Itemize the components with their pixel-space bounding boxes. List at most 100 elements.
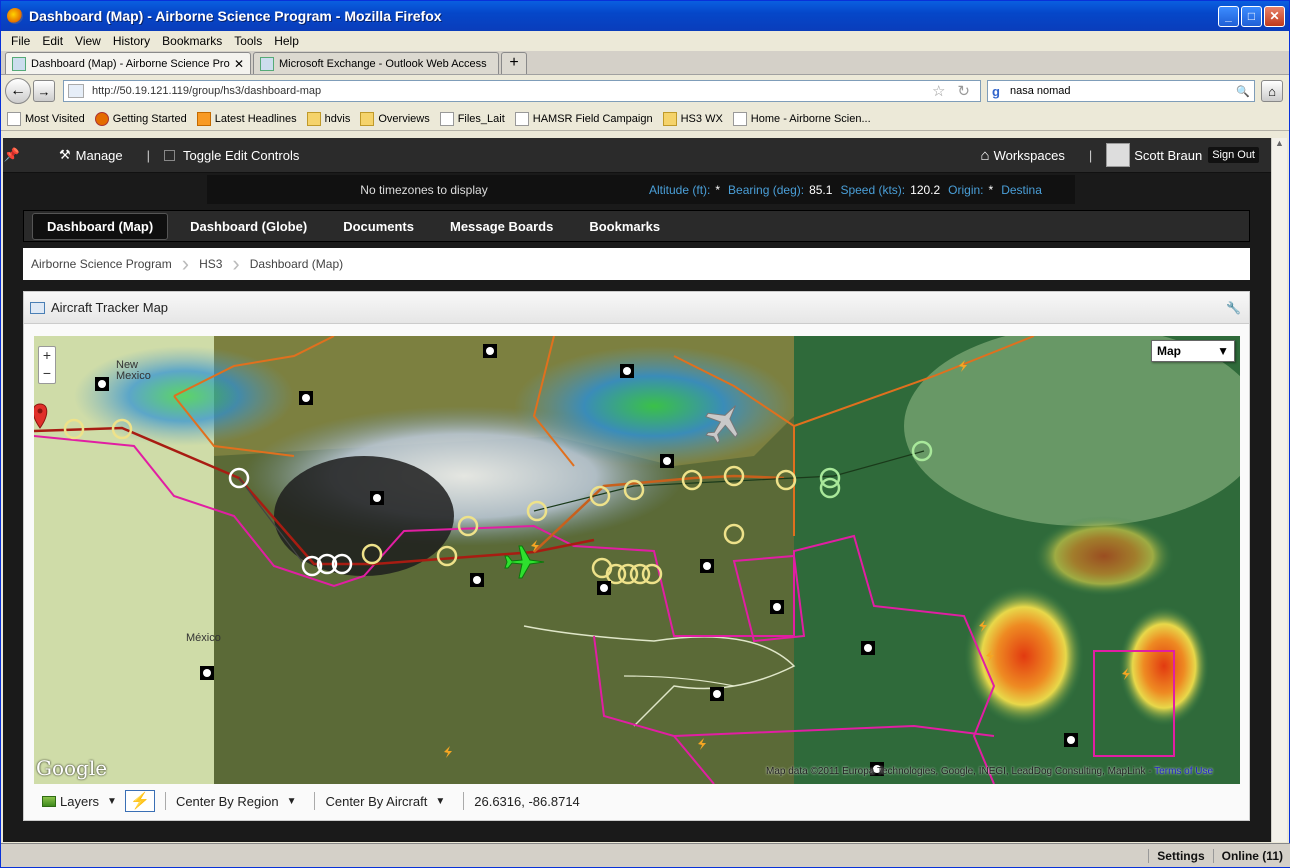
bookmark-label: Home - Airborne Scien... [750,112,871,125]
search-box[interactable]: g nasa nomad 🔍 [987,80,1255,102]
bookmark-hdvis[interactable]: hdvis [306,111,350,126]
portlet-title: Aircraft Tracker Map [51,300,169,315]
center-aircraft-label: Center By Aircraft [325,793,428,809]
center-by-region-menu[interactable]: Center By Region ▼ [176,794,297,809]
magnifier-icon[interactable]: 🔍 [1236,85,1250,98]
breadcrumb-airborne[interactable]: Airborne Science Program [31,257,172,271]
checkbox-icon[interactable] [164,149,176,161]
url-bar[interactable]: http://50.19.121.119/group/hs3/dashboard… [63,80,981,102]
rss-icon [196,111,211,126]
bookmark-files-lait[interactable]: Files_Lait [439,111,505,126]
menu-history[interactable]: History [113,34,150,48]
wrench-icon[interactable]: 🔧 [1226,301,1241,315]
station-marker-dot [98,380,106,388]
toggle-edit-controls[interactable]: Toggle Edit Controls [164,148,299,163]
portlet-icon [30,301,45,314]
bookmark-home-airborne[interactable]: Home - Airborne Scien... [732,111,871,126]
user-name[interactable]: Scott Braun [1134,148,1202,163]
chevron-down-icon: ▼ [435,795,446,807]
tab-close-icon[interactable]: ✕ [234,57,244,71]
bookmark-latest-headlines[interactable]: Latest Headlines [196,111,297,126]
station-marker-dot [773,603,781,611]
station-marker-dot [473,576,481,584]
lightning-icon: ⚡ [129,793,150,810]
back-button[interactable]: ← [5,78,31,104]
cursor-coordinates: 26.6316, -86.8714 [474,793,580,809]
tab-dashboard-globe[interactable]: Dashboard (Globe) [176,214,321,239]
site-identity-icon[interactable] [68,84,84,98]
bookmark-overviews[interactable]: Overviews [360,111,430,126]
page-icon [439,111,454,126]
station-marker-dot [713,690,721,698]
tab-dashboard-map[interactable]: Dashboard (Map) - Airborne Science Prog.… [5,52,251,74]
station-marker-dot [486,347,494,355]
terms-of-use-link[interactable]: Terms of Use [1154,766,1213,777]
station-marker-dot [302,394,310,402]
home-icon: ⌂ [980,146,990,164]
menu-edit[interactable]: Edit [42,34,63,48]
workspaces-menu[interactable]: ⌂ Workspaces [981,147,1065,164]
settings-button[interactable]: Settings [1148,848,1212,863]
pin-icon[interactable]: 📌 [3,147,21,163]
speed-label: Speed (kts): [840,182,906,197]
portal-top-bar: 📌 ⚒ Manage | Toggle Edit Controls ⌂ Work… [3,138,1271,173]
lightning-toggle-button[interactable]: ⚡ [124,790,155,812]
url-text[interactable]: http://50.19.121.119/group/hs3/dashboard… [92,85,926,97]
reload-icon[interactable]: ↻ [957,82,970,100]
map-label-new-mexico: New Mexico [116,359,151,382]
bearing-label: Bearing (deg): [728,182,805,197]
tab-bookmarks[interactable]: Bookmarks [575,214,674,239]
home-button[interactable]: ⌂ [1261,80,1283,102]
map-type-value: Map [1157,344,1181,358]
breadcrumb-dashboard-map[interactable]: Dashboard (Map) [250,257,343,271]
minimize-button[interactable]: _ [1218,5,1239,27]
timezones-text: No timezones to display [360,182,488,197]
tab-message-boards[interactable]: Message Boards [436,214,567,239]
sign-out-link[interactable]: Sign Out [1208,147,1259,163]
menu-bookmarks[interactable]: Bookmarks [162,34,222,48]
zoom-in-button[interactable]: + [39,347,55,365]
close-button[interactable]: ✕ [1264,5,1285,27]
tab-outlook[interactable]: Microsoft Exchange - Outlook Web Access [253,52,499,74]
bookmark-label: Latest Headlines [214,112,297,125]
menu-view[interactable]: View [75,34,101,48]
layers-menu[interactable]: Layers ▼ [42,794,117,809]
origin-label: Origin: [948,182,984,197]
bookmark-most-visited[interactable]: Most Visited [7,111,85,126]
search-input[interactable]: nasa nomad [1010,85,1236,97]
manage-menu[interactable]: ⚒ Manage [59,147,123,163]
tab-label: Dashboard (Map) - Airborne Science Prog.… [31,57,230,70]
forward-button[interactable]: → [33,80,55,102]
maximize-button[interactable]: □ [1241,5,1262,27]
map-canvas[interactable] [34,336,1240,784]
bookmark-hs3-wx[interactable]: HS3 WX [662,111,723,126]
avatar[interactable] [1106,143,1131,167]
menu-tools[interactable]: Tools [234,34,262,48]
menu-file[interactable]: File [11,34,30,48]
center-region-label: Center By Region [175,793,279,809]
bookmark-star-icon[interactable]: ☆ [932,82,945,100]
firefox-icon [94,111,109,126]
tab-dashboard-map[interactable]: Dashboard (Map) [32,212,169,240]
chevron-down-icon: ▼ [286,795,297,807]
breadcrumb-hs3[interactable]: HS3 [199,257,222,271]
map-type-select[interactable]: Map ▼ [1151,340,1235,362]
menu-help[interactable]: Help [274,34,299,48]
bookmark-label: HS3 WX [680,112,723,125]
aircraft-tracker-map[interactable]: + − New Mexico México Map ▼ Google Map d… [34,336,1240,784]
tab-documents[interactable]: Documents [329,214,428,239]
zoom-out-button[interactable]: − [39,365,55,383]
page-icon [732,111,747,126]
bookmark-hamsr[interactable]: HAMSR Field Campaign [514,111,653,126]
new-tab-button[interactable]: + [501,52,527,74]
center-by-aircraft-menu[interactable]: Center By Aircraft ▼ [325,794,445,809]
tab-label: Microsoft Exchange - Outlook Web Access [279,57,487,70]
scroll-up-icon[interactable]: ▲ [1272,138,1287,154]
google-logo[interactable]: Google [36,756,107,780]
map-toolbar: Layers ▼ ⚡ Center By Region ▼ Center By … [34,788,1240,814]
vertical-scrollbar[interactable]: ▲ [1271,138,1287,842]
google-search-icon[interactable]: g [992,84,1000,99]
online-users-button[interactable]: Online (11) [1212,848,1290,863]
bookmark-label: Files_Lait [457,112,505,125]
bookmark-getting-started[interactable]: Getting Started [94,111,187,126]
